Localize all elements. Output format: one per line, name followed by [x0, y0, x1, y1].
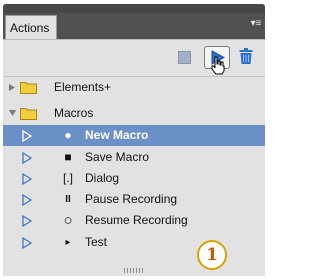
hand-cursor-icon — [211, 56, 225, 75]
tab-bar: Actions ▾≡ — [3, 13, 265, 39]
action-label: Save Macro — [85, 150, 150, 164]
action-item[interactable]: II Pause Recording — [3, 189, 265, 210]
collapse-arrow-icon[interactable] — [9, 110, 16, 116]
play-action-icon[interactable] — [22, 130, 32, 142]
action-item[interactable]: [.] Dialog — [3, 168, 265, 189]
action-label: Test — [85, 235, 108, 249]
action-label: Resume Recording — [85, 213, 188, 227]
actions-toolbar — [3, 40, 265, 76]
stop-icon[interactable] — [178, 51, 191, 64]
action-set-label: Elements+ — [54, 80, 112, 94]
action-label: Dialog — [85, 171, 120, 185]
action-item[interactable]: ○ Resume Recording — [3, 210, 265, 231]
actions-list-area: Elements+ Macros ● New Macro ■ Save Macr… — [3, 39, 265, 276]
action-set-row[interactable]: Elements+ — [3, 77, 265, 98]
action-set-row[interactable]: Macros — [3, 103, 265, 124]
resume-circle-icon: ○ — [63, 212, 73, 229]
play-action-icon[interactable] — [22, 215, 32, 227]
play-action-icon[interactable] — [22, 237, 32, 249]
trash-icon[interactable] — [239, 48, 253, 65]
action-set-label: Macros — [54, 106, 94, 120]
expand-arrow-icon[interactable] — [9, 84, 15, 91]
action-item[interactable]: ■ Save Macro — [3, 147, 265, 168]
action-label: New Macro — [85, 128, 149, 142]
step-badge: 1 — [197, 240, 227, 270]
action-label: Pause Recording — [85, 192, 178, 206]
step-arrow-icon: ▸ — [65, 237, 71, 248]
record-icon: ● — [64, 128, 72, 142]
play-action-icon[interactable] — [22, 173, 32, 185]
actions-panel: Actions ▾≡ Elements+ Macros ● New Macro … — [3, 4, 265, 276]
resize-grip[interactable] — [124, 268, 144, 273]
folder-icon — [20, 82, 37, 94]
panel-menu-icon[interactable]: ▾≡ — [249, 17, 263, 31]
play-action-icon[interactable] — [22, 152, 32, 164]
action-item[interactable]: ● New Macro — [3, 125, 265, 146]
dialog-icon: [.] — [62, 171, 73, 185]
tab-actions[interactable]: Actions — [5, 15, 57, 39]
pause-icon: II — [65, 194, 71, 205]
stop-square-icon: ■ — [64, 150, 72, 164]
panel-title-strip[interactable] — [3, 4, 265, 13]
folder-icon — [20, 108, 37, 120]
play-action-icon[interactable] — [22, 194, 32, 206]
